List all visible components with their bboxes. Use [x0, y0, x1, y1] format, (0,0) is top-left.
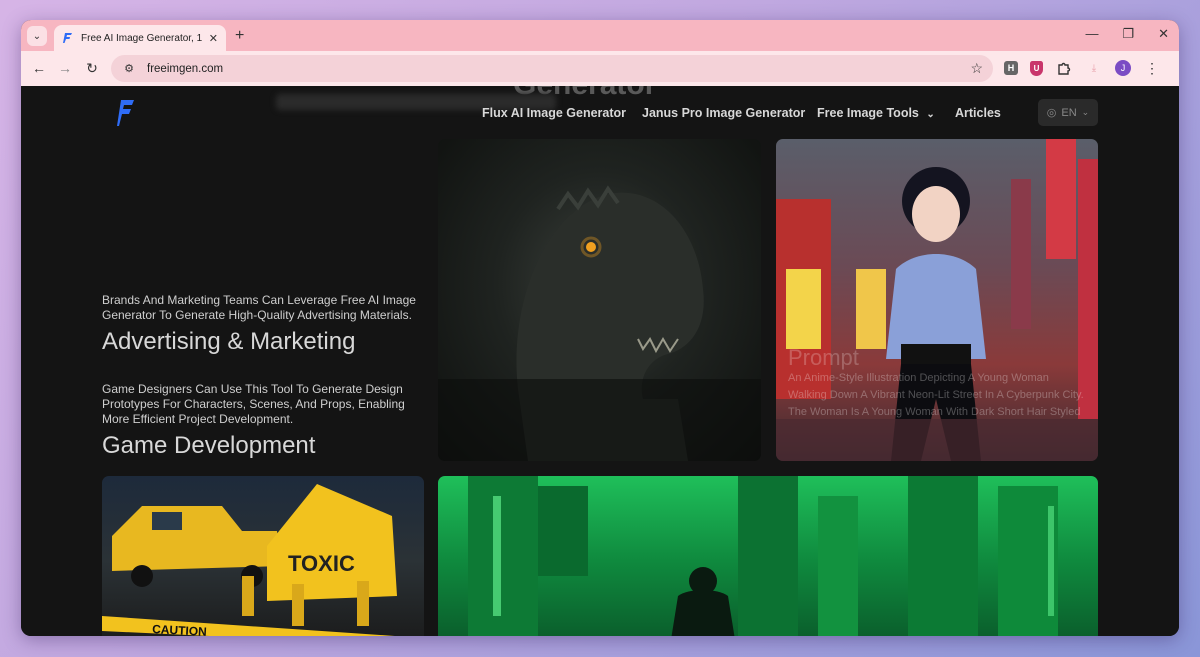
active-tab[interactable]: Free AI Image Generator, 100% ✕: [54, 25, 226, 51]
download-icon[interactable]: ⤓: [1085, 59, 1103, 77]
nav-link-tools[interactable]: Free Image Tools ⌄: [817, 106, 935, 120]
toxic-sign-text: TOXIC: [288, 551, 355, 576]
language-label: EN: [1061, 106, 1077, 119]
extensions-row: H U ⤓ J ⋮: [1004, 59, 1161, 77]
feature-title-advertising: Advertising & Marketing: [102, 328, 356, 355]
site-logo-icon[interactable]: [117, 98, 135, 128]
profile-avatar[interactable]: J: [1115, 60, 1131, 76]
language-selector[interactable]: ◎ EN ⌄: [1038, 99, 1098, 126]
extensions-puzzle-icon[interactable]: [1055, 59, 1073, 77]
extension-shield-icon[interactable]: U: [1030, 60, 1043, 76]
feature-description-advertising: Brands And Marketing Teams Can Leverage …: [102, 293, 416, 322]
back-icon[interactable]: ←: [30, 60, 48, 76]
reload-icon[interactable]: ↻: [83, 60, 101, 77]
image-card-green-city[interactable]: [438, 476, 1098, 636]
minimize-icon[interactable]: —: [1085, 26, 1098, 42]
bookmark-star-icon[interactable]: ☆: [970, 60, 983, 77]
tab-search-icon[interactable]: ⌄: [27, 26, 47, 46]
green-city-image: [468, 476, 1058, 636]
dinosaur-image: [438, 185, 761, 461]
feature-description-game: Game Designers Can Use This Tool To Gene…: [102, 382, 405, 426]
web-page: Generator Flux AI Image Generator Janus …: [21, 86, 1179, 636]
chevron-down-icon: ⌄: [926, 109, 935, 120]
image-card-anime[interactable]: Prompt An Anime-Style Illustration Depic…: [776, 139, 1098, 461]
image-card-toxic[interactable]: TOXIC CAUTION: [102, 476, 424, 636]
feature-title-game: Game Development: [102, 432, 316, 459]
site-navbar: Flux AI Image Generator Janus Pro Image …: [21, 86, 1179, 140]
tab-strip: ⌄ Free AI Image Generator, 100% ✕ + — ❐ …: [21, 20, 1179, 51]
url-text[interactable]: freeimgen.com: [147, 63, 970, 75]
restore-icon[interactable]: ❐: [1122, 26, 1134, 42]
nav-link-articles[interactable]: Articles: [955, 106, 1001, 120]
chevron-down-icon: ⌄: [1081, 107, 1090, 117]
tab-title: Free AI Image Generator, 100%: [81, 32, 202, 44]
browser-toolbar: ← → ↻ ⚙ freeimgen.com ☆ H U ⤓ J ⋮: [21, 51, 1179, 86]
window-controls: — ❐ ✕: [1085, 26, 1169, 42]
toxic-scene-image: TOXIC CAUTION: [102, 484, 397, 636]
nav-link-flux[interactable]: Flux AI Image Generator: [482, 106, 626, 120]
site-favicon-icon: [62, 32, 74, 44]
forward-icon[interactable]: →: [56, 60, 74, 76]
address-bar[interactable]: ⚙ freeimgen.com ☆: [111, 55, 993, 82]
nav-link-tools-label: Free Image Tools: [817, 106, 919, 120]
caution-tape-text: CAUTION: [152, 622, 207, 636]
globe-icon: ◎: [1046, 107, 1057, 119]
image-card-dinosaur[interactable]: [438, 139, 761, 461]
new-tab-icon[interactable]: +: [235, 27, 244, 45]
prompt-overlay-text: An Anime-Style Illustration Depicting A …: [788, 372, 1084, 418]
site-info-icon[interactable]: ⚙: [121, 61, 137, 77]
nav-link-janus[interactable]: Janus Pro Image Generator: [642, 106, 805, 120]
menu-kebab-icon[interactable]: ⋮: [1143, 59, 1161, 77]
browser-window: ⌄ Free AI Image Generator, 100% ✕ + — ❐ …: [21, 20, 1179, 636]
prompt-overlay-title: Prompt: [788, 345, 859, 370]
tab-close-icon[interactable]: ✕: [209, 32, 218, 45]
extension-h-icon[interactable]: H: [1004, 61, 1018, 75]
close-window-icon[interactable]: ✕: [1158, 26, 1169, 42]
prompt-overlay: Prompt An Anime-Style Illustration Depic…: [788, 345, 1088, 421]
